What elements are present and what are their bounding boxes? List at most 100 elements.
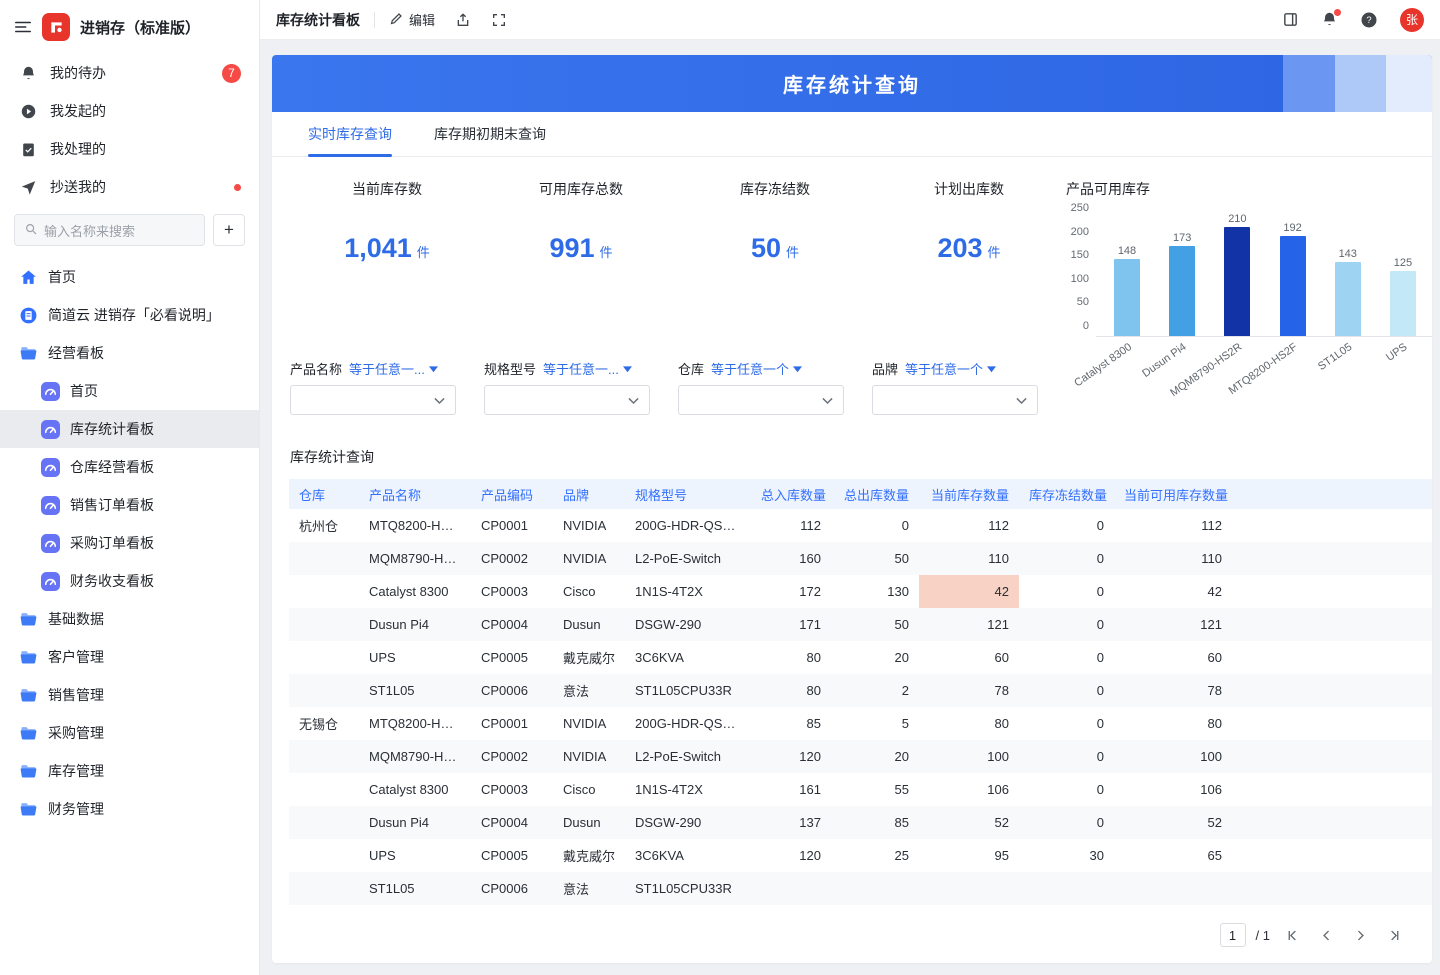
last-page-icon[interactable] [1382, 923, 1406, 947]
filter-operator-dropdown[interactable]: 等于任意一... [349, 359, 438, 378]
sidebar-item-guide[interactable]: 简道云 进销存「必看说明」 [0, 296, 259, 334]
table-cell: MQM8790-HS2R [359, 542, 471, 575]
table-cell: 200G-HDR-QSFP56 [625, 509, 751, 542]
sidebar-quick-item-1[interactable]: 我发起的 [0, 92, 259, 130]
filter-operator-dropdown[interactable]: 等于任意一个 [905, 359, 996, 378]
col-header-0: 仓库 [289, 479, 359, 509]
filter-value-select[interactable] [484, 385, 650, 415]
table-cell [751, 872, 831, 905]
sidebar-dashboard-item-3[interactable]: 销售订单看板 [0, 486, 259, 524]
table-cell: 100 [1114, 740, 1232, 773]
sidebar-folder-item-2[interactable]: 销售管理 [0, 676, 259, 714]
page-number-input[interactable]: 1 [1220, 923, 1246, 947]
table-cell: 171 [751, 608, 831, 641]
export-icon[interactable] [455, 12, 471, 28]
y-tick-label: 100 [1071, 273, 1089, 285]
table-cell [1114, 872, 1232, 905]
sidebar-folder-item-3[interactable]: 采购管理 [0, 714, 259, 752]
stat-label: 当前库存数 [290, 179, 484, 199]
chart-bar-0: 148Catalyst 8300 [1102, 207, 1152, 336]
table-cell: 106 [1114, 773, 1232, 806]
table-cell: 1N1S-4T2X [625, 575, 751, 608]
table-cell: MTQ8200-HS2F [359, 509, 471, 542]
table-cell-filler [1232, 806, 1432, 839]
banner-decoration [1283, 55, 1335, 112]
menu-toggle-icon[interactable] [14, 18, 32, 36]
table-cell [289, 740, 359, 773]
tabs: 实时库存查询库存期初期末查询 [272, 112, 1432, 157]
first-page-icon[interactable] [1280, 923, 1304, 947]
table-cell: Dusun Pi4 [359, 608, 471, 641]
col-header-1: 产品名称 [359, 479, 471, 509]
table-cell: CP0005 [471, 641, 553, 674]
sidebar-dashboard-item-5[interactable]: 财务收支看板 [0, 562, 259, 600]
search-input[interactable]: 输入名称来搜索 [14, 214, 205, 246]
table-cell: 120 [751, 839, 831, 872]
table-cell: 戴克威尔 [553, 839, 625, 872]
chart-bar-5: 125UPS [1378, 207, 1428, 336]
tab-0[interactable]: 实时库存查询 [308, 112, 392, 156]
filter-head: 产品名称等于任意一... [290, 358, 456, 378]
table-cell [289, 839, 359, 872]
table-cell: Cisco [553, 575, 625, 608]
chart-bar-3: 192MTQ8200-HS2F [1268, 207, 1318, 336]
add-app-button[interactable]: + [213, 214, 245, 246]
sidebar-dashboard-item-0[interactable]: 首页 [0, 372, 259, 410]
table-cell: L2-PoE-Switch [625, 740, 751, 773]
help-icon[interactable]: ? [1360, 11, 1378, 29]
sidebar-dashboard-item-2[interactable]: 仓库经营看板 [0, 448, 259, 486]
folder-icon [18, 800, 38, 819]
sidebar-folder-dashboards[interactable]: 经营看板 [0, 334, 259, 372]
sidebar-quick-item-3[interactable]: 抄送我的 [0, 168, 259, 206]
table-cell: 95 [919, 839, 1019, 872]
banner-title: 库存统计查询 [783, 69, 921, 98]
stat-unit: 件 [417, 245, 430, 260]
edit-button[interactable]: 编辑 [389, 10, 435, 29]
sidebar-folder-item-4[interactable]: 库存管理 [0, 752, 259, 790]
y-tick-label: 250 [1071, 202, 1089, 214]
quick-item-label: 抄送我的 [50, 177, 106, 197]
chart-plot: 148Catalyst 8300173Dusun Pi4210MQM8790-H… [1096, 207, 1432, 337]
sidebar-folder-item-0[interactable]: 基础数据 [0, 600, 259, 638]
table-cell: 1N1S-4T2X [625, 773, 751, 806]
sidebar-dashboard-item-1[interactable]: 库存统计看板 [0, 410, 259, 448]
filter-operator-dropdown[interactable]: 等于任意一... [543, 359, 632, 378]
col-header-3: 品牌 [553, 479, 625, 509]
panel-toggle-icon[interactable] [1282, 11, 1299, 28]
filter-head: 品牌等于任意一个 [872, 358, 1038, 378]
table-cell: 65 [1114, 839, 1232, 872]
table-cell: 50 [831, 542, 919, 575]
sidebar-item-home[interactable]: 首页 [0, 258, 259, 296]
filter-operator-dropdown[interactable]: 等于任意一个 [711, 359, 802, 378]
prev-page-icon[interactable] [1314, 923, 1338, 947]
filter-value-select[interactable] [290, 385, 456, 415]
notifications-bell-icon[interactable] [1321, 11, 1338, 28]
tab-1[interactable]: 库存期初期末查询 [434, 112, 546, 156]
user-avatar[interactable]: 张 [1400, 8, 1424, 32]
sidebar-quick-item-0[interactable]: 我的待办7 [0, 54, 259, 92]
table-cell: L2-PoE-Switch [625, 542, 751, 575]
filter-label: 仓库 [678, 359, 704, 378]
table-row-5: ST1L05CP0006意法ST1L05CPU33R80278078 [289, 674, 1432, 707]
check-icon [18, 141, 38, 158]
table-cell: 杭州仓 [289, 509, 359, 542]
table-cell: 112 [751, 509, 831, 542]
bar [1280, 236, 1306, 336]
filter-value-select[interactable] [872, 385, 1038, 415]
next-page-icon[interactable] [1348, 923, 1372, 947]
search-icon [24, 222, 38, 239]
dashboard-card: 库存统计查询 实时库存查询库存期初期末查询 当前库存数1,041件可用库存总数9… [272, 55, 1432, 963]
fullscreen-icon[interactable] [491, 12, 507, 28]
sidebar-quick-item-2[interactable]: 我处理的 [0, 130, 259, 168]
table-row-9: Dusun Pi4CP0004DusunDSGW-2901378552052 [289, 806, 1432, 839]
sidebar-dashboard-item-4[interactable]: 采购订单看板 [0, 524, 259, 562]
sidebar-folder-item-5[interactable]: 财务管理 [0, 790, 259, 828]
table-cell: 0 [831, 509, 919, 542]
caret-down-icon [793, 361, 802, 376]
table-row-8: Catalyst 8300CP0003Cisco1N1S-4T2X1615510… [289, 773, 1432, 806]
table-cell-filler [1232, 773, 1432, 806]
table-cell: 3C6KVA [625, 641, 751, 674]
chevron-down-icon [628, 392, 639, 408]
sidebar-folder-item-1[interactable]: 客户管理 [0, 638, 259, 676]
filter-value-select[interactable] [678, 385, 844, 415]
